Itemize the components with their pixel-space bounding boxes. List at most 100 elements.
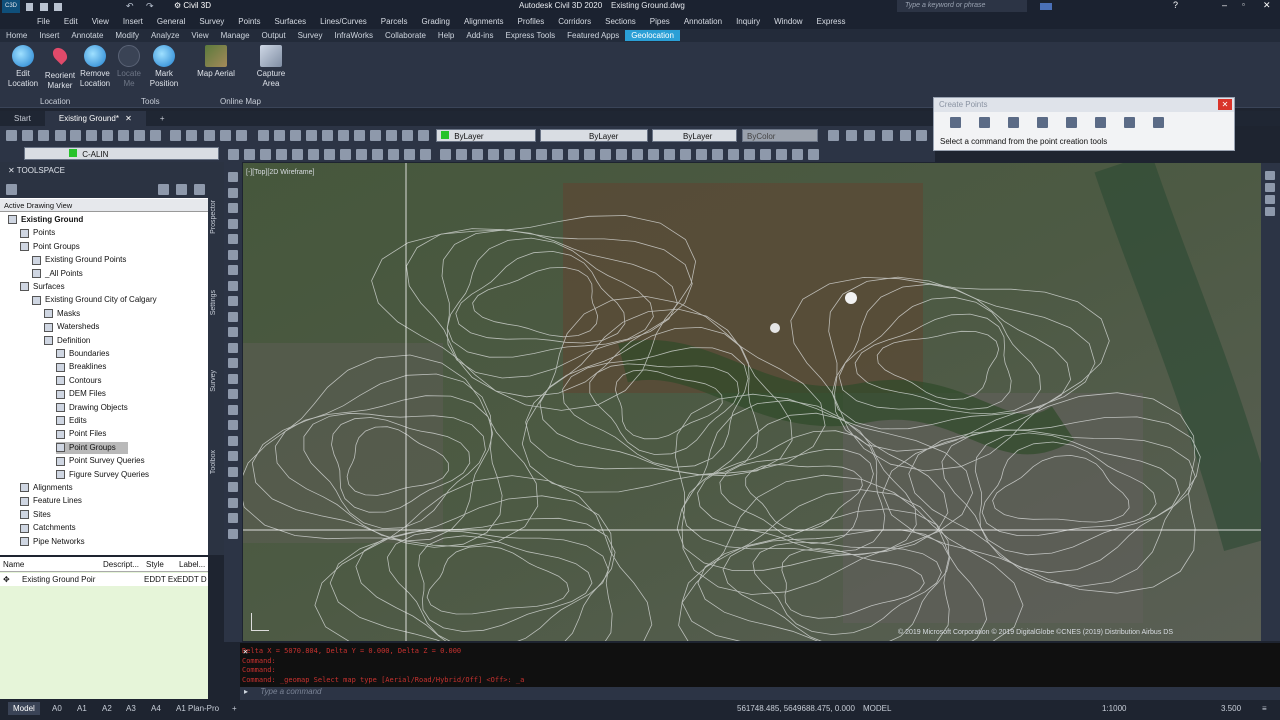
tree-item-contours[interactable]: Contours: [56, 375, 101, 387]
toolbar-tool-icon[interactable]: [828, 130, 839, 141]
toolbar-tool-icon[interactable]: [150, 130, 161, 141]
toolbar-tool-icon[interactable]: [102, 130, 113, 141]
nav-tool-icon[interactable]: [1265, 171, 1275, 180]
tab-modify[interactable]: Modify: [109, 30, 145, 41]
toolbar-tool-icon[interactable]: [488, 149, 499, 160]
tree-item-points[interactable]: Points: [20, 227, 55, 239]
color-combo[interactable]: ByColor: [742, 129, 818, 142]
menu-item-window[interactable]: Window: [767, 17, 809, 26]
layout-tab-a4[interactable]: A4: [151, 704, 161, 713]
toolbar-tool-icon[interactable]: [370, 130, 381, 141]
point-creation-tool-icon[interactable]: [979, 117, 990, 128]
toolbar-tool-icon[interactable]: [456, 149, 467, 160]
draw-tool-icon[interactable]: [228, 265, 238, 275]
user-icon[interactable]: [1040, 3, 1052, 10]
toolbar-tool-icon[interactable]: [388, 149, 399, 160]
toolspace-tool-icon[interactable]: [176, 184, 187, 195]
toolbar-tool-icon[interactable]: [306, 130, 317, 141]
locate-me-button[interactable]: Locate Me: [109, 45, 149, 89]
column-style[interactable]: Style: [146, 560, 164, 569]
toolbar-tool-icon[interactable]: [204, 130, 215, 141]
toolbar-tool-icon[interactable]: [274, 130, 285, 141]
menu-item-pipes[interactable]: Pipes: [643, 17, 677, 26]
tree-item-drawing-objects[interactable]: Drawing Objects: [56, 402, 128, 414]
minimize-icon[interactable]: –: [1222, 0, 1227, 10]
toolbar-tool-icon[interactable]: [440, 149, 451, 160]
toolbar-tool-icon[interactable]: [916, 130, 927, 141]
tree-item-existing-ground[interactable]: Existing Ground: [8, 214, 83, 226]
draw-tool-icon[interactable]: [228, 451, 238, 461]
help-icon[interactable]: ?: [1173, 0, 1178, 10]
layout-tab-a2[interactable]: A2: [102, 704, 112, 713]
annotation-scale[interactable]: 1:1000: [1102, 704, 1126, 713]
tree-item-catchments[interactable]: Catchments: [20, 522, 76, 534]
draw-tool-icon[interactable]: [228, 296, 238, 306]
tree-item-surfaces[interactable]: Surfaces: [20, 281, 65, 293]
workspace-selector[interactable]: ⚙ Civil 3D: [174, 1, 300, 12]
menu-icon[interactable]: ≡: [1262, 704, 1267, 713]
tab-prospector[interactable]: Prospector: [210, 200, 217, 234]
tab-featured-apps[interactable]: Featured Apps: [561, 30, 625, 41]
close-icon[interactable]: ✕: [1263, 0, 1271, 11]
draw-tool-icon[interactable]: [228, 373, 238, 384]
menu-item-inquiry[interactable]: Inquiry: [729, 17, 767, 26]
toolbar-tool-icon[interactable]: [38, 130, 49, 141]
point-creation-tool-icon[interactable]: [1153, 117, 1164, 128]
viewport-controls-label[interactable]: [-][Top][2D Wireframe]: [246, 169, 314, 176]
menu-item-view[interactable]: View: [85, 17, 116, 26]
column-label[interactable]: Label...: [179, 560, 205, 569]
search-box[interactable]: Type a keyword or phrase: [897, 0, 1027, 12]
menu-item-file[interactable]: File: [30, 17, 57, 26]
tab-insert[interactable]: Insert: [33, 30, 65, 41]
menu-item-lines-curves[interactable]: Lines/Curves: [313, 17, 374, 26]
save-icon[interactable]: [54, 3, 62, 11]
column-name[interactable]: Name: [3, 560, 24, 569]
tab-survey[interactable]: Survey: [210, 370, 217, 392]
menu-item-edit[interactable]: Edit: [57, 17, 85, 26]
draw-tool-icon[interactable]: [228, 404, 238, 415]
toolbar-tool-icon[interactable]: [882, 130, 893, 141]
tree-item-existing-ground-points[interactable]: Existing Ground Points: [32, 254, 126, 266]
toolbar-tool-icon[interactable]: [712, 149, 723, 160]
draw-tool-icon[interactable]: [228, 389, 238, 399]
toolbar-tool-icon[interactable]: [792, 149, 803, 160]
tree-item-dem-files[interactable]: DEM Files: [56, 388, 106, 400]
draw-tool-icon[interactable]: [228, 513, 238, 523]
toolbar-tool-icon[interactable]: [420, 149, 431, 160]
tab-express-tools[interactable]: Express Tools: [500, 30, 562, 41]
point-creation-tool-icon[interactable]: [1124, 117, 1135, 128]
menu-item-survey[interactable]: Survey: [192, 17, 231, 26]
point-creation-tool-icon[interactable]: [1037, 117, 1048, 128]
tab-analyze[interactable]: Analyze: [145, 30, 185, 41]
layout-tab-model[interactable]: Model: [8, 702, 40, 715]
layout-tab-a3[interactable]: A3: [126, 704, 136, 713]
tab-help[interactable]: Help: [432, 30, 460, 41]
map-aerial-button[interactable]: Map Aerial: [191, 45, 241, 79]
toolbar-tool-icon[interactable]: [220, 130, 231, 141]
tree-item-alignments[interactable]: Alignments: [20, 482, 73, 494]
tab-annotate[interactable]: Annotate: [65, 30, 109, 41]
toolbar-tool-icon[interactable]: [760, 149, 771, 160]
toolbar-tool-icon[interactable]: [864, 130, 875, 141]
tree-item-figure-survey-queries[interactable]: Figure Survey Queries: [56, 469, 149, 481]
draw-tool-icon[interactable]: [228, 280, 238, 291]
tree-item-all-points[interactable]: _All Points: [32, 268, 83, 280]
draw-tool-icon[interactable]: [228, 435, 238, 446]
add-layout-button[interactable]: +: [232, 704, 237, 713]
draw-tool-icon[interactable]: [228, 311, 238, 322]
capture-area-button[interactable]: Capture Area: [251, 45, 291, 89]
toolspace-tool-icon[interactable]: [6, 184, 17, 195]
toolspace-tool-icon[interactable]: [194, 184, 205, 195]
toolbar-tool-icon[interactable]: [276, 149, 287, 160]
undo-icon[interactable]: ↶: [126, 1, 134, 12]
draw-tool-icon[interactable]: [228, 466, 238, 477]
tree-item-boundaries[interactable]: Boundaries: [56, 348, 109, 360]
app-logo[interactable]: C3D: [2, 0, 20, 13]
toolbar-tool-icon[interactable]: [354, 130, 365, 141]
tab-output[interactable]: Output: [256, 30, 292, 41]
tab-existing-ground[interactable]: Existing Ground* ✕: [44, 111, 146, 126]
layout-tab-a0[interactable]: A0: [52, 704, 62, 713]
toolspace-view-select[interactable]: Active Drawing View: [0, 199, 208, 212]
mark-position-button[interactable]: Mark Position: [144, 45, 184, 89]
draw-tool-icon[interactable]: [228, 187, 238, 198]
